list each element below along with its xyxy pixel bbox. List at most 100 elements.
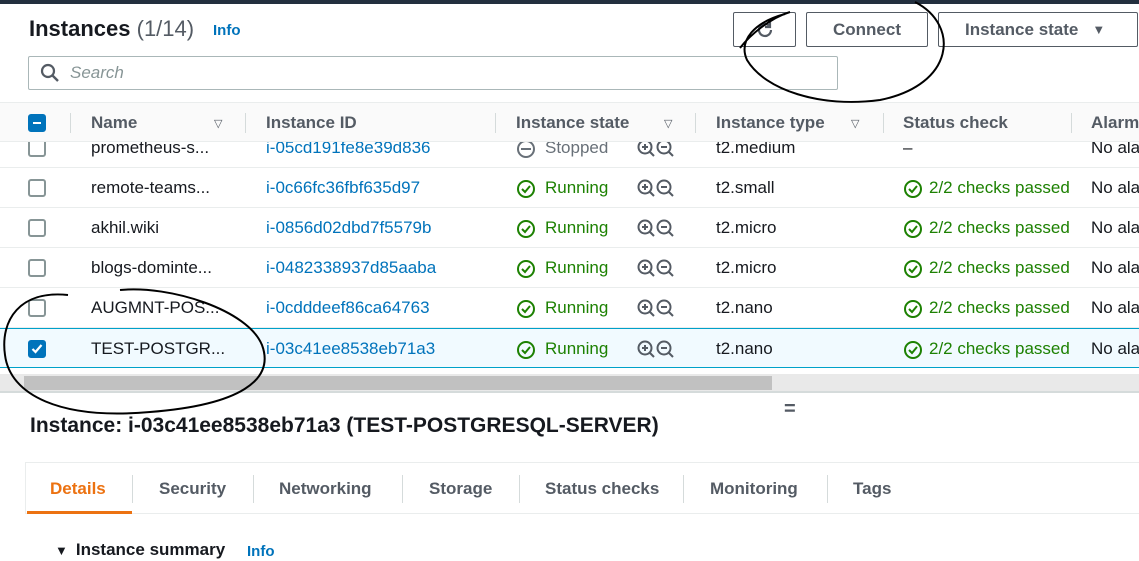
instance-type: t2.micro	[716, 218, 777, 237]
zoom-in-out-icon[interactable]	[636, 298, 676, 320]
sort-icon[interactable]: ▽	[214, 117, 222, 130]
instance-state: Stopped	[545, 142, 609, 157]
zoom-in-out-icon[interactable]	[636, 258, 676, 280]
table-row-selected[interactable]: TEST-POSTGR... i-03c41ee8538eb71a3 Runni…	[0, 328, 1139, 368]
search-icon	[40, 63, 59, 82]
table-row[interactable]: remote-teams... i-0c66fc36fbf635d97 Runn…	[0, 168, 1139, 208]
table-row[interactable]: prometheus-s... i-05cd191fe8e39d836 Stop…	[0, 142, 1139, 168]
tab-details[interactable]: Details	[50, 479, 106, 499]
instance-state: Running	[545, 339, 609, 358]
zoom-in-out-icon[interactable]	[636, 339, 676, 361]
column-header-status-check[interactable]: Status check	[903, 113, 1008, 133]
status-check: 2/2 checks passed	[929, 339, 1070, 358]
table-row[interactable]: akhil.wiki i-0856d02dbd7f5579b Running t…	[0, 208, 1139, 248]
alarm-status: No ala	[1091, 178, 1139, 197]
status-check: 2/2 checks passed	[929, 178, 1070, 197]
column-header-name[interactable]: Name	[91, 113, 137, 133]
tab-networking[interactable]: Networking	[279, 479, 372, 499]
instance-state-dropdown[interactable]: Instance state ▼	[938, 12, 1138, 47]
tab-divider	[402, 475, 403, 503]
zoom-in-out-icon[interactable]	[636, 218, 676, 240]
column-divider	[883, 113, 884, 133]
zoom-in-out-icon[interactable]	[636, 178, 676, 200]
check-circle-icon	[904, 341, 922, 359]
zoom-in-out-icon[interactable]	[636, 142, 676, 160]
instance-id-link[interactable]: i-0c66fc36fbf635d97	[266, 178, 420, 198]
tab-tags[interactable]: Tags	[853, 479, 891, 499]
instance-name: blogs-dominte...	[91, 258, 212, 277]
tab-monitoring[interactable]: Monitoring	[710, 479, 798, 499]
instance-id-link[interactable]: i-05cd191fe8e39d836	[266, 142, 430, 158]
page-title: Instances (1/14)	[29, 16, 194, 42]
row-checkbox[interactable]	[28, 299, 46, 317]
column-header-instance-type[interactable]: Instance type	[716, 113, 825, 133]
tab-divider	[827, 475, 828, 503]
running-icon	[517, 300, 535, 318]
row-checkbox[interactable]	[28, 259, 46, 277]
instance-summary-header[interactable]: ▼ Instance summary	[55, 540, 225, 560]
table-row[interactable]: blogs-dominte... i-0482338937d85aaba Run…	[0, 248, 1139, 288]
scrollbar-thumb[interactable]	[24, 376, 772, 390]
instance-id-link[interactable]: i-0482338937d85aaba	[266, 258, 436, 278]
tab-divider	[519, 475, 520, 503]
instance-state: Running	[545, 178, 609, 197]
panel-splitter[interactable]	[0, 391, 1139, 393]
tab-security[interactable]: Security	[159, 479, 226, 499]
sort-icon[interactable]: ▽	[851, 117, 859, 130]
table-body: prometheus-s... i-05cd191fe8e39d836 Stop…	[0, 142, 1139, 374]
tab-status-checks[interactable]: Status checks	[545, 479, 659, 499]
check-circle-icon	[904, 300, 922, 318]
summary-info-link[interactable]: Info	[247, 543, 275, 560]
row-checkbox[interactable]	[28, 179, 46, 197]
column-header-alarm[interactable]: Alarm	[1091, 113, 1139, 133]
instance-name: prometheus-s...	[91, 142, 210, 157]
instance-summary-title: Instance summary	[75, 540, 226, 559]
instance-name: akhil.wiki	[91, 218, 160, 237]
sort-icon[interactable]: ▽	[664, 117, 672, 130]
alarm-status: No ala	[1091, 142, 1139, 157]
instance-name: TEST-POSTGR...	[91, 339, 226, 358]
instance-name: AUGMNT-POS...	[91, 298, 220, 317]
alarm-status: No ala	[1091, 258, 1139, 277]
stopped-icon	[517, 142, 535, 158]
instance-type: t2.nano	[716, 298, 773, 317]
running-icon	[517, 260, 535, 278]
connect-button[interactable]: Connect	[806, 12, 928, 47]
instance-detail-title: Instance: i-03c41ee8538eb71a3 (TEST-POST…	[30, 414, 659, 437]
tab-storage[interactable]: Storage	[429, 479, 492, 499]
detail-tabs: Details Security Networking Storage Stat…	[25, 462, 1139, 514]
instance-state-label: Instance state	[965, 19, 1079, 39]
column-header-instance-id[interactable]: Instance ID	[266, 113, 357, 133]
instance-id-link[interactable]: i-0856d02dbd7f5579b	[266, 218, 431, 238]
caret-down-icon: ▼	[1092, 22, 1106, 37]
tab-divider	[683, 475, 684, 503]
refresh-icon	[757, 21, 772, 37]
resize-handle-icon[interactable]: =	[784, 398, 796, 421]
instance-id-link[interactable]: i-0cdddeef86ca64763	[266, 298, 430, 318]
horizontal-scrollbar[interactable]	[0, 374, 1139, 392]
instance-type: t2.small	[716, 178, 775, 197]
row-checkbox[interactable]	[28, 142, 46, 157]
running-icon	[517, 220, 535, 238]
tab-divider	[132, 475, 133, 503]
row-checkbox[interactable]	[28, 219, 46, 237]
alarm-status: No ala	[1091, 339, 1139, 358]
status-check: 2/2 checks passed	[929, 258, 1070, 277]
row-checkbox[interactable]	[28, 340, 46, 358]
refresh-button[interactable]	[733, 12, 796, 47]
search-input[interactable]	[70, 63, 770, 83]
column-divider	[695, 113, 696, 133]
table-row[interactable]: AUGMNT-POS... i-0cdddeef86ca64763 Runnin…	[0, 288, 1139, 328]
select-all-checkbox[interactable]	[28, 114, 46, 132]
status-check: 2/2 checks passed	[929, 218, 1070, 237]
checkmark-icon	[31, 344, 43, 354]
instance-id-link[interactable]: i-03c41ee8538eb71a3	[266, 339, 435, 359]
instance-count: (1/14)	[136, 16, 195, 41]
instance-type: t2.nano	[716, 339, 773, 358]
alarm-status: No ala	[1091, 298, 1139, 317]
check-circle-icon	[904, 220, 922, 238]
instance-state: Running	[545, 218, 609, 237]
status-check: 2/2 checks passed	[929, 298, 1070, 317]
column-header-instance-state[interactable]: Instance state	[516, 113, 629, 133]
info-link[interactable]: Info	[213, 22, 241, 39]
